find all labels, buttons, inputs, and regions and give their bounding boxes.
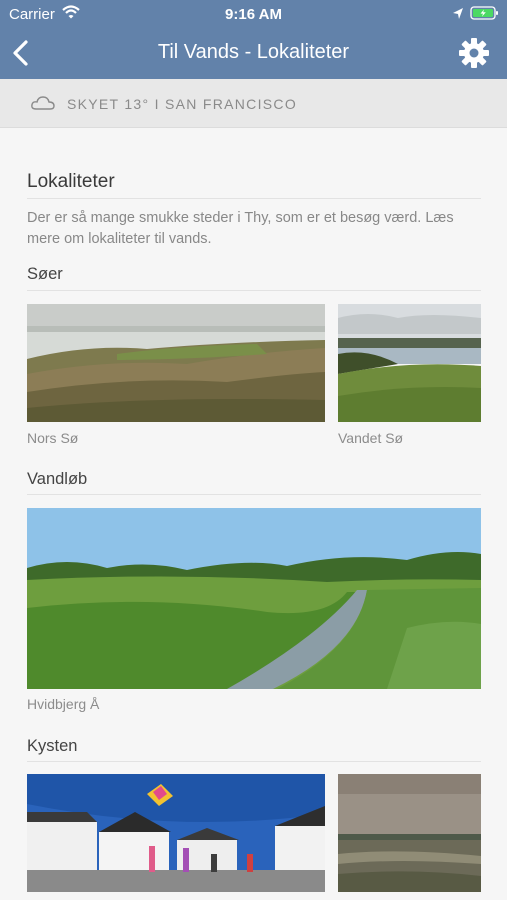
stream-caption-hvidbjerg-a[interactable]: Hvidbjerg Å [27, 696, 99, 712]
intro-text: Der er så mange smukke steder i Thy, som… [27, 210, 454, 247]
page-title: Lokaliteter [27, 171, 115, 192]
nav-title: Til Vands - Lokaliteter [157, 41, 350, 63]
location-arrow-icon [452, 7, 464, 24]
coast-image-1[interactable] [27, 774, 325, 892]
section-heading-lakes: Søer [27, 265, 63, 283]
settings-button[interactable] [456, 35, 492, 71]
weather-bar: SKYET 13° I SAN FRANCISCO [0, 79, 507, 128]
lake-image-nors-so[interactable] [27, 304, 325, 422]
status-bar: Carrier 9:16 AM [0, 0, 507, 28]
navigation-bar: Til Vands - Lokaliteter [0, 28, 507, 79]
main-content: Lokaliteter Der er så mange smukke stede… [0, 128, 507, 900]
section-heading-streams: Vandløb [27, 470, 88, 488]
weather-text: SKYET 13° I SAN FRANCISCO [67, 96, 298, 112]
divider [27, 198, 481, 199]
status-time: 9:16 AM [225, 6, 282, 23]
lake-caption-vandet-so[interactable]: Vandet Sø [338, 430, 403, 446]
lake-image-vandet-so[interactable] [338, 304, 481, 422]
stream-image-hvidbjerg-a[interactable] [27, 508, 481, 689]
gear-icon [459, 38, 489, 68]
coast-image-2[interactable] [338, 774, 481, 892]
section-heading-coast: Kysten [27, 737, 78, 755]
battery-icon [470, 5, 500, 25]
divider [27, 494, 481, 495]
lake-caption-nors-so[interactable]: Nors Sø [27, 430, 78, 446]
cloud-icon [30, 94, 56, 117]
divider [27, 290, 481, 291]
header-bar: Carrier 9:16 AM Til Vands - Lokaliteter [0, 0, 507, 79]
divider [27, 761, 481, 762]
